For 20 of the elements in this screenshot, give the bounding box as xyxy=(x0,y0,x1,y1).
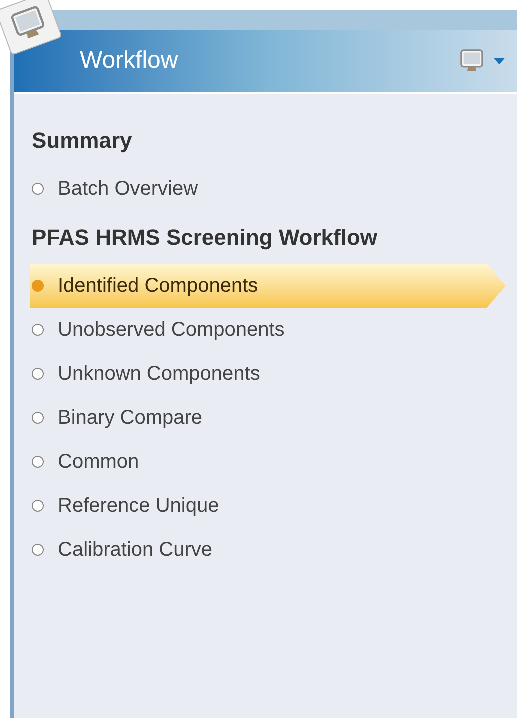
workflow-item[interactable]: Identified Components xyxy=(30,264,506,308)
radio-icon xyxy=(32,183,44,195)
radio-icon xyxy=(32,368,44,380)
radio-icon xyxy=(32,544,44,556)
workflow-item[interactable]: Common xyxy=(32,440,517,484)
workflow-item[interactable]: Reference Unique xyxy=(32,484,517,528)
workflow-item[interactable]: Calibration Curve xyxy=(32,528,517,572)
radio-icon xyxy=(32,324,44,336)
panel-title: Workflow xyxy=(80,46,180,76)
section-heading: Summary xyxy=(32,127,134,155)
workflow-item[interactable]: Batch Overview xyxy=(32,167,517,211)
radio-icon xyxy=(32,456,44,468)
workflow-item[interactable]: Unknown Components xyxy=(32,352,517,396)
workflow-item[interactable]: Unobserved Components xyxy=(32,308,517,352)
caret-icon xyxy=(494,58,505,64)
radio-icon xyxy=(32,500,44,512)
radio-icon xyxy=(32,412,44,424)
section-heading: PFAS HRMS Screening Workflow xyxy=(32,224,379,252)
workflow-item[interactable]: Binary Compare xyxy=(32,396,517,440)
radio-icon xyxy=(32,280,44,292)
